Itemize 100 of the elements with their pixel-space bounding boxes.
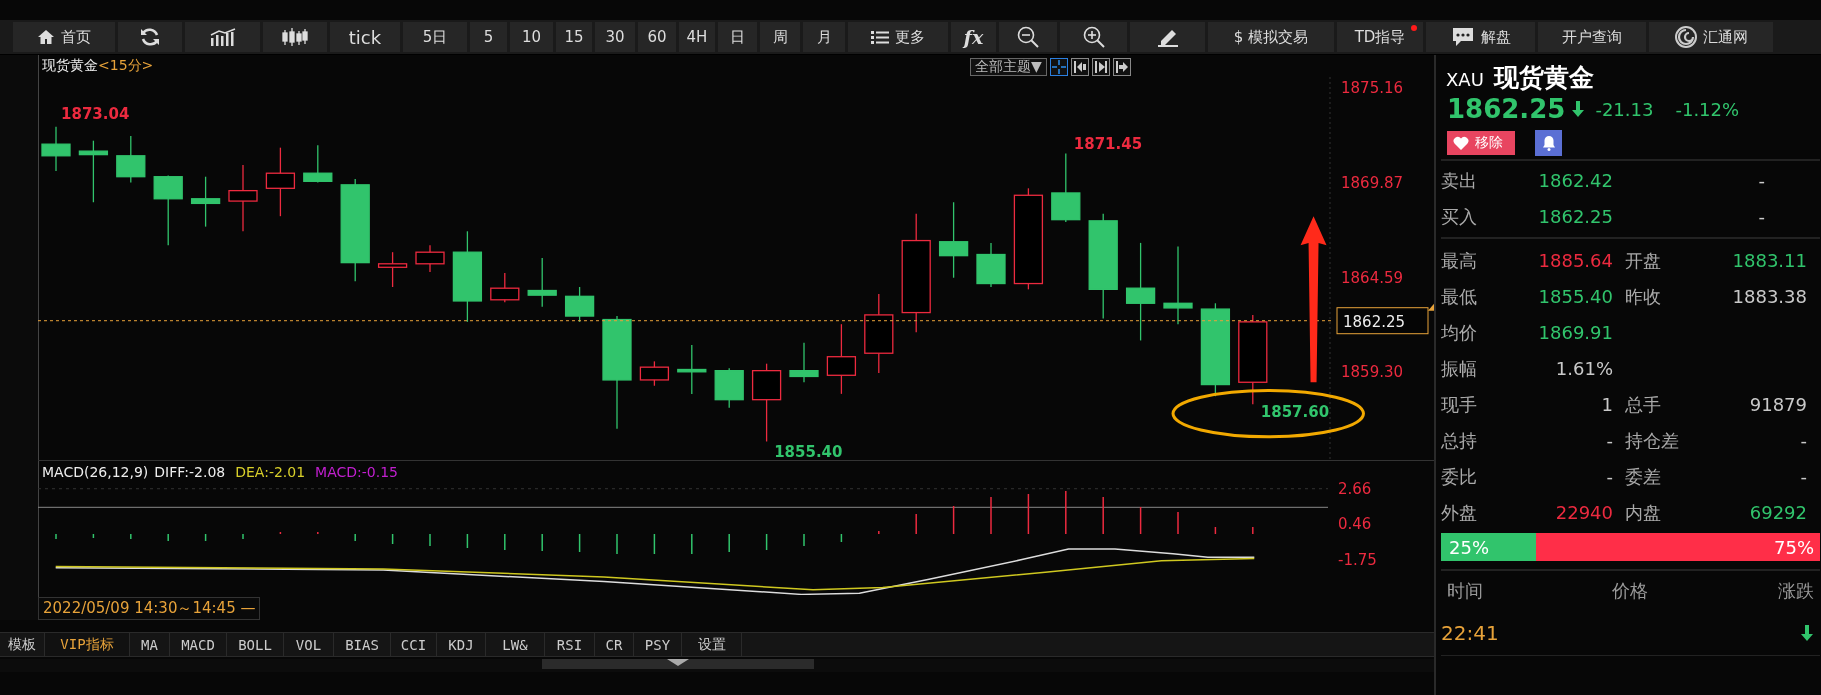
toolbar-button[interactable]: 15 <box>556 22 592 52</box>
candlestick <box>153 175 183 247</box>
candlestick <box>303 144 333 184</box>
column-header: 价格 <box>1611 579 1650 603</box>
theme-dropdown[interactable]: 全部主题▼ <box>970 58 1047 76</box>
toolbar-button[interactable]: 解盘 <box>1426 22 1535 52</box>
candlestick <box>976 242 1006 288</box>
toolbar-button[interactable]: 月 <box>803 22 845 52</box>
macd-axis-label: 2.66 <box>1338 481 1372 498</box>
triangle-marker-icon <box>1428 303 1434 311</box>
chat-icon <box>1450 26 1475 48</box>
histogram-bar <box>1139 506 1142 535</box>
candlestick <box>826 323 857 395</box>
macd-axis-label: -1.75 <box>1338 550 1377 569</box>
pencil-icon <box>1156 27 1179 47</box>
refresh-button[interactable] <box>118 22 182 52</box>
toolbar-button[interactable]: 60 <box>638 22 676 52</box>
candlestick <box>415 244 445 273</box>
macd-axis-label: 0.46 <box>1338 514 1372 533</box>
bar-chart-button[interactable] <box>185 22 260 52</box>
scrollbar[interactable] <box>542 659 814 669</box>
toolbar-button[interactable]: fx <box>951 22 996 52</box>
stat-label: 最高 <box>1441 249 1478 273</box>
toolbar-button[interactable]: tick <box>330 22 400 52</box>
remove-favorite-button[interactable]: 移除 <box>1447 131 1515 155</box>
histogram-bar <box>92 533 95 539</box>
down-arrow-icon <box>1571 101 1586 117</box>
alert-button[interactable] <box>1535 130 1562 156</box>
candlestick <box>714 367 744 409</box>
stat-label: 外盘 <box>1441 501 1478 525</box>
time-range-label: 2022/05/09 14:30～14:45 — <box>38 597 261 620</box>
dea-value: DEA:-2.01 <box>235 463 306 480</box>
stat-label: 昨收 <box>1624 285 1662 309</box>
candlestick <box>78 140 109 204</box>
play-step-button[interactable] <box>1091 58 1110 76</box>
toolbar-button[interactable]: 30 <box>595 22 635 52</box>
toolbar-button[interactable]: TD指导 <box>1337 22 1423 52</box>
histogram-bar <box>840 533 843 543</box>
stat-label: 持仓差 <box>1624 429 1680 453</box>
candlestick <box>190 176 221 228</box>
histogram-bar <box>765 533 768 551</box>
price-annotation: 1855.40 <box>774 443 843 461</box>
toolbar-button[interactable]: 更多 <box>848 22 948 52</box>
toolbar-button[interactable]: 10 <box>510 22 553 52</box>
step-back-button[interactable] <box>1070 58 1089 76</box>
stat-label: 总持 <box>1441 429 1478 453</box>
candlestick <box>639 360 670 387</box>
histogram-bar <box>279 531 282 535</box>
toolbar-button[interactable]: $ 模拟交易 <box>1208 22 1334 52</box>
toolbar-button[interactable]: 汇通网 <box>1649 22 1773 52</box>
home-icon <box>37 29 55 45</box>
histogram-bar <box>1214 526 1217 535</box>
price-axis-label: 1875.16 <box>1341 79 1404 98</box>
toolbar-button[interactable]: 5 <box>470 22 507 52</box>
refresh-icon <box>139 27 161 47</box>
toolbar-button[interactable]: 开户查询 <box>1538 22 1646 52</box>
step-forward-button[interactable] <box>1112 58 1131 76</box>
price-axis-label: 1864.59 <box>1341 269 1404 287</box>
toolbar-button[interactable]: 周 <box>760 22 800 52</box>
toolbar-button[interactable]: 日 <box>718 22 757 52</box>
candlestick <box>789 342 819 384</box>
candlestick-button[interactable] <box>263 22 327 52</box>
toolbar-button[interactable]: 5日 <box>403 22 467 52</box>
price-axis-label: 1859.30 <box>1341 363 1404 382</box>
swirl-logo-icon <box>1674 26 1697 48</box>
stat-value: 1.61% <box>1554 357 1613 381</box>
sell-ratio-label: 75% <box>1535 533 1820 561</box>
candlestick-icon <box>282 27 308 47</box>
crosshair-button[interactable] <box>1049 58 1068 76</box>
step-back-icon <box>1072 60 1087 74</box>
toolbar-button[interactable]: 首页 <box>13 22 115 52</box>
candlestick <box>116 135 146 184</box>
stat-label: 总手 <box>1624 393 1662 417</box>
toolbar-button[interactable]: 4H <box>679 22 715 52</box>
period-label: <15分> <box>98 57 154 76</box>
candlestick <box>1051 153 1081 223</box>
stat-label: 委差 <box>1624 465 1662 489</box>
order-volume: - <box>1757 205 1766 229</box>
zoom-in-button[interactable] <box>1060 22 1127 52</box>
candlestick <box>377 251 408 288</box>
zoom-out-button[interactable] <box>999 22 1057 52</box>
bar-chart-icon <box>208 27 237 47</box>
down-arrow-icon <box>1800 625 1814 641</box>
candlestick <box>265 147 296 218</box>
field-label: 买入 <box>1441 205 1478 229</box>
indicator-tab[interactable]: VIP指标 <box>45 633 130 656</box>
stat-value: - <box>1605 465 1613 489</box>
candlestick <box>41 126 71 172</box>
histogram-bar <box>204 533 207 542</box>
stat-value: 69292 <box>1748 501 1808 525</box>
candlestick <box>527 257 557 308</box>
stat-label: 振幅 <box>1441 357 1478 381</box>
collapse-caret-icon <box>667 659 689 666</box>
histogram-bar <box>952 505 955 535</box>
stat-label: 均价 <box>1441 321 1478 345</box>
candlestick <box>228 164 258 233</box>
pencil-button[interactable] <box>1130 22 1205 52</box>
order-price: 1862.25 <box>1537 205 1613 229</box>
stat-value: 1885.64 <box>1537 249 1613 273</box>
buy-ratio-fill: 25% <box>1441 533 1536 561</box>
